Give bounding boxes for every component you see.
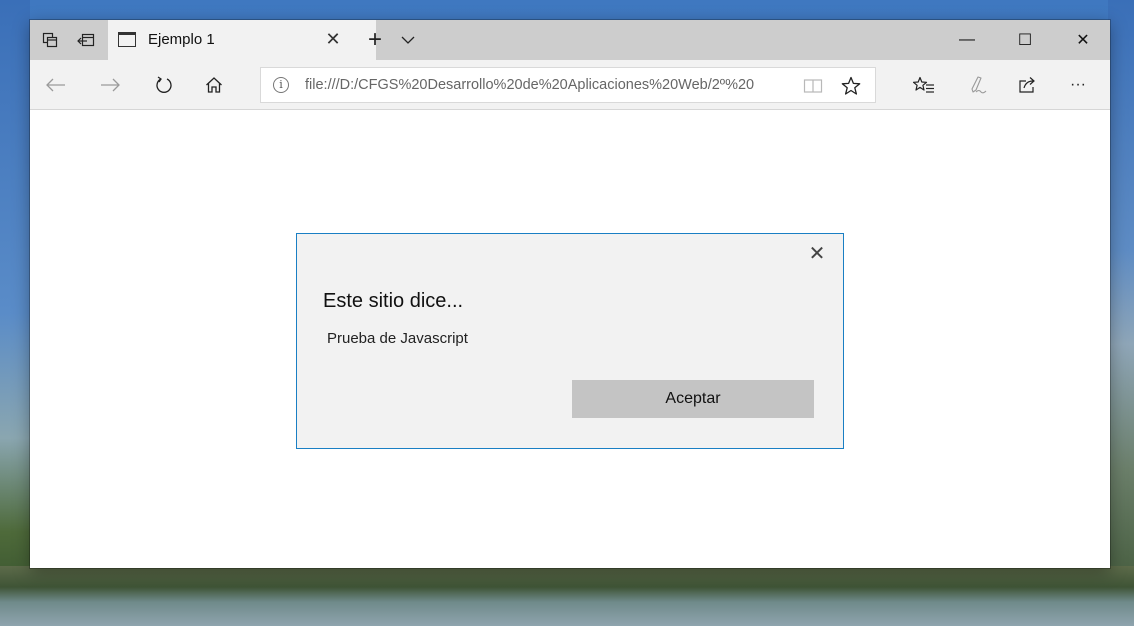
arrow-left-icon [46, 78, 65, 92]
share-icon[interactable] [1014, 72, 1042, 98]
maximize-button[interactable]: ☐ [1002, 20, 1048, 60]
plus-icon[interactable]: + [360, 26, 390, 54]
page-icon [118, 32, 136, 47]
home-icon [206, 77, 222, 93]
page-content: ✕ Este sitio dice... Prueba de Javascrip… [30, 111, 1110, 568]
star-icon[interactable] [839, 74, 863, 98]
tab-title: Ejemplo 1 [148, 31, 215, 48]
book-icon[interactable] [801, 74, 825, 98]
close-icon[interactable]: ✕ [322, 28, 344, 50]
close-icon[interactable]: ✕ [805, 242, 829, 266]
forward-button[interactable] [96, 72, 124, 98]
set-aside-tabs-icon[interactable] [76, 30, 96, 50]
minimize-button[interactable]: — [944, 20, 990, 60]
arrow-right-icon [101, 78, 120, 92]
chevron-down-icon[interactable] [396, 28, 420, 52]
navigation-toolbar: i file:///D:/CFGS%20Desarrollo%20de%20Ap… [30, 60, 1110, 110]
desktop-wallpaper-left [0, 0, 30, 626]
desktop-wallpaper-bottom [0, 566, 1134, 626]
info-icon[interactable]: i [273, 77, 289, 93]
refresh-button[interactable] [150, 72, 178, 98]
alert-dialog: ✕ Este sitio dice... Prueba de Javascrip… [296, 233, 844, 449]
address-url[interactable]: file:///D:/CFGS%20Desarrollo%20de%20Apli… [305, 77, 775, 93]
dialog-message: Prueba de Javascript [327, 330, 468, 347]
pen-icon[interactable] [964, 72, 992, 98]
back-button[interactable] [42, 72, 70, 98]
close-window-button[interactable]: ✕ [1060, 20, 1106, 60]
title-bar: Ejemplo 1 ✕ + — ☐ ✕ [30, 20, 1110, 60]
home-button[interactable] [200, 72, 228, 98]
refresh-icon [156, 76, 172, 93]
tab-actions-icon[interactable] [40, 30, 60, 50]
desktop-wallpaper-right [1108, 0, 1134, 626]
address-bar[interactable]: i file:///D:/CFGS%20Desarrollo%20de%20Ap… [260, 67, 876, 103]
accept-button[interactable]: Aceptar [572, 380, 814, 418]
browser-window: Ejemplo 1 ✕ + — ☐ ✕ i file:///D:/CFGS%20… [30, 20, 1110, 568]
more-icon[interactable]: ··· [1064, 72, 1092, 98]
dialog-title: Este sitio dice... [323, 290, 464, 312]
tab-ejemplo-1[interactable]: Ejemplo 1 ✕ [108, 20, 376, 60]
favorites-list-icon[interactable] [910, 72, 938, 98]
